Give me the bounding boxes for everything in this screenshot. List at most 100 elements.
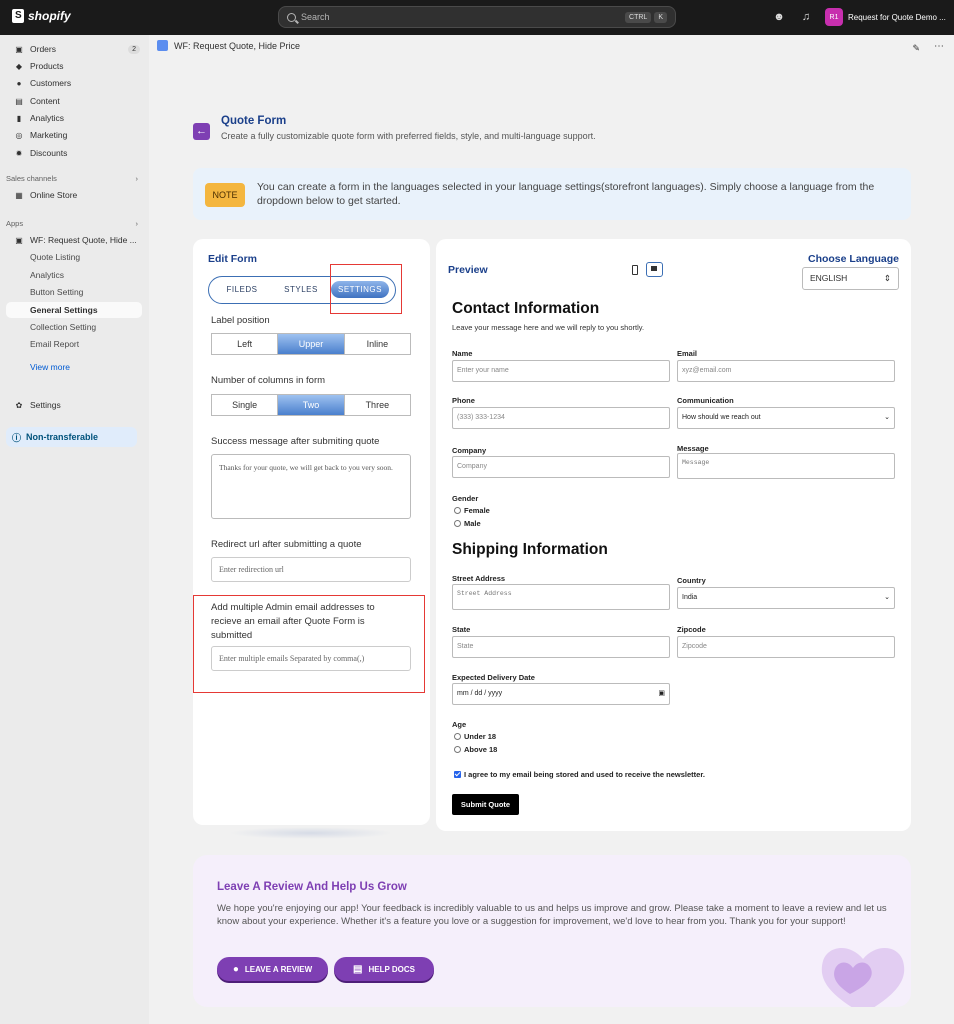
columns-single[interactable]: Single bbox=[212, 395, 279, 415]
gender-male-option[interactable]: Male bbox=[454, 519, 481, 528]
success-message-textarea[interactable]: Thanks for your quote, we will get back … bbox=[211, 454, 411, 519]
mobile-view-icon[interactable] bbox=[632, 265, 638, 275]
sidebar-item-label: Discounts bbox=[30, 148, 68, 158]
chevron-updown-icon: ⇕ bbox=[883, 273, 891, 283]
phone-input[interactable]: (333) 333-1234 bbox=[452, 407, 670, 429]
email-input[interactable]: xyz@email.com bbox=[677, 360, 895, 382]
sidebar-item-marketing[interactable]: ◎ Marketing bbox=[6, 127, 142, 143]
columns-two[interactable]: Two bbox=[278, 395, 345, 415]
leave-review-button[interactable]: ● LEAVE A REVIEW bbox=[217, 957, 328, 981]
more-icon[interactable]: ⋯ bbox=[934, 41, 944, 52]
success-message-label: Success message after submiting quote bbox=[211, 436, 380, 447]
admin-emails-input[interactable]: Enter multiple emails Separated by comma… bbox=[211, 646, 411, 671]
columns-three[interactable]: Three bbox=[345, 395, 410, 415]
checkbox-label: I agree to my email being stored and use… bbox=[464, 770, 705, 779]
communication-select[interactable]: How should we reach out ⌄ bbox=[677, 407, 895, 429]
chevron-down-icon: ⌄ bbox=[884, 594, 890, 601]
sidebar-item-label: Collection Setting bbox=[30, 322, 97, 332]
sidebar-item-collection-setting[interactable]: Collection Setting bbox=[6, 319, 142, 335]
search-input[interactable]: Search CTRL K bbox=[278, 6, 676, 28]
sidebar-item-content[interactable]: ▤ Content bbox=[6, 93, 142, 109]
radio-label: Above 18 bbox=[464, 745, 498, 754]
message-textarea[interactable]: Message bbox=[677, 453, 895, 479]
delivery-date-input[interactable]: mm / dd / yyyy ▣ bbox=[452, 683, 670, 705]
columns-label: Number of columns in form bbox=[211, 375, 326, 386]
non-transferable-badge[interactable]: ⓘ Non-transferable bbox=[6, 427, 137, 447]
communication-value: How should we reach out bbox=[682, 414, 761, 421]
sidebar-item-general-settings[interactable]: General Settings bbox=[6, 302, 142, 318]
orders-icon: ▣ bbox=[15, 44, 23, 54]
tab-styles[interactable]: STYLES bbox=[273, 281, 329, 298]
sidebar-item-analytics[interactable]: ▮ Analytics bbox=[6, 110, 142, 126]
sidebar-item-products[interactable]: ◆ Products bbox=[6, 58, 142, 74]
sidebar-item-online-store[interactable]: ▦ Online Store bbox=[6, 187, 142, 203]
age-above18-option[interactable]: Above 18 bbox=[454, 745, 497, 754]
country-value: India bbox=[682, 594, 698, 601]
sidebar-item-quote-listing[interactable]: Quote Listing bbox=[6, 249, 142, 265]
delivery-date-label: Expected Delivery Date bbox=[452, 673, 535, 682]
label-position-upper[interactable]: Upper bbox=[278, 334, 345, 354]
company-input[interactable]: Company bbox=[452, 456, 670, 478]
contact-info-subtitle: Leave your message here and we will repl… bbox=[452, 323, 645, 332]
edit-form-title: Edit Form bbox=[208, 253, 257, 265]
sidebar-item-label: Orders bbox=[30, 44, 56, 54]
sidebar-item-email-report[interactable]: Email Report bbox=[6, 336, 142, 352]
street-textarea[interactable]: Street Address bbox=[452, 584, 670, 610]
name-input[interactable]: Enter your name bbox=[452, 360, 670, 382]
sidebar-item-label: WF: Request Quote, Hide ... bbox=[30, 235, 137, 245]
quote-form-title: Quote Form bbox=[221, 115, 287, 127]
sidebar-item-orders[interactable]: ▣ Orders 2 bbox=[6, 41, 142, 57]
sales-channels-header[interactable]: Sales channels › bbox=[6, 174, 138, 183]
document-icon: ▤ bbox=[353, 963, 363, 975]
newsletter-checkbox[interactable]: I agree to my email being stored and use… bbox=[454, 770, 705, 779]
zipcode-input[interactable]: Zipcode bbox=[677, 636, 895, 658]
shortcut-ctrl: CTRL bbox=[625, 11, 652, 23]
discount-icon: ✹ bbox=[15, 148, 23, 158]
note-banner: NOTE You can create a form in the langua… bbox=[193, 168, 911, 220]
sidebar-item-app[interactable]: ▣ WF: Request Quote, Hide ... bbox=[6, 232, 142, 248]
search-placeholder: Search bbox=[301, 12, 330, 22]
app-icon: ▣ bbox=[15, 235, 23, 245]
sidebar-item-settings[interactable]: ✿ Settings bbox=[6, 397, 142, 413]
bar-chart-icon: ▮ bbox=[16, 113, 22, 123]
redirect-url-input[interactable]: Enter redirection url bbox=[211, 557, 411, 582]
button-label: HELP DOCS bbox=[368, 964, 415, 974]
apps-header[interactable]: Apps › bbox=[6, 219, 138, 228]
shopify-logo[interactable]: shopify bbox=[12, 9, 71, 23]
phone-label: Phone bbox=[452, 396, 475, 405]
radio-icon bbox=[454, 733, 461, 740]
zipcode-label: Zipcode bbox=[677, 625, 706, 634]
back-button[interactable]: ← bbox=[193, 123, 210, 140]
card-shadow bbox=[229, 827, 393, 839]
language-select[interactable]: ENGLISH ⇕ bbox=[802, 267, 899, 290]
store-menu[interactable]: R1 Request for Quote Demo ... bbox=[825, 8, 946, 26]
state-input[interactable]: State bbox=[452, 636, 670, 658]
badge-label: Non-transferable bbox=[26, 432, 99, 442]
age-under18-option[interactable]: Under 18 bbox=[454, 732, 496, 741]
street-label: Street Address bbox=[452, 574, 506, 583]
sidebar-item-label: Customers bbox=[30, 78, 72, 88]
label-position-inline[interactable]: Inline bbox=[345, 334, 410, 354]
desktop-view-icon[interactable] bbox=[646, 262, 663, 277]
sidekick-icon[interactable]: ☻ bbox=[772, 10, 786, 24]
pin-icon[interactable]: ✎ bbox=[912, 43, 920, 54]
state-label: State bbox=[452, 625, 471, 634]
search-icon bbox=[287, 12, 296, 22]
chevron-right-icon: › bbox=[135, 219, 139, 228]
bell-icon[interactable]: ♫ bbox=[799, 10, 813, 24]
review-title: Leave A Review And Help Us Grow bbox=[217, 881, 407, 893]
radio-label: Female bbox=[464, 506, 490, 515]
sidebar-item-app-analytics[interactable]: Analytics bbox=[6, 267, 142, 283]
country-select[interactable]: India ⌄ bbox=[677, 587, 895, 609]
sidebar-item-discounts[interactable]: ✹ Discounts bbox=[6, 145, 142, 161]
tab-fields[interactable]: FILEDS bbox=[213, 281, 271, 298]
sidebar-item-customers[interactable]: ● Customers bbox=[6, 75, 142, 91]
sidebar-item-button-setting[interactable]: Button Setting bbox=[6, 284, 142, 300]
shopify-bag-icon bbox=[12, 9, 24, 23]
gender-female-option[interactable]: Female bbox=[454, 506, 490, 515]
help-docs-button[interactable]: ▤ HELP DOCS bbox=[334, 957, 434, 981]
submit-quote-button[interactable]: Submit Quote bbox=[452, 794, 519, 815]
top-bar: shopify Search CTRLK ☻ ♫ R1 Request for Q… bbox=[0, 0, 954, 35]
label-position-left[interactable]: Left bbox=[212, 334, 279, 354]
view-more-link[interactable]: View more bbox=[6, 359, 142, 375]
